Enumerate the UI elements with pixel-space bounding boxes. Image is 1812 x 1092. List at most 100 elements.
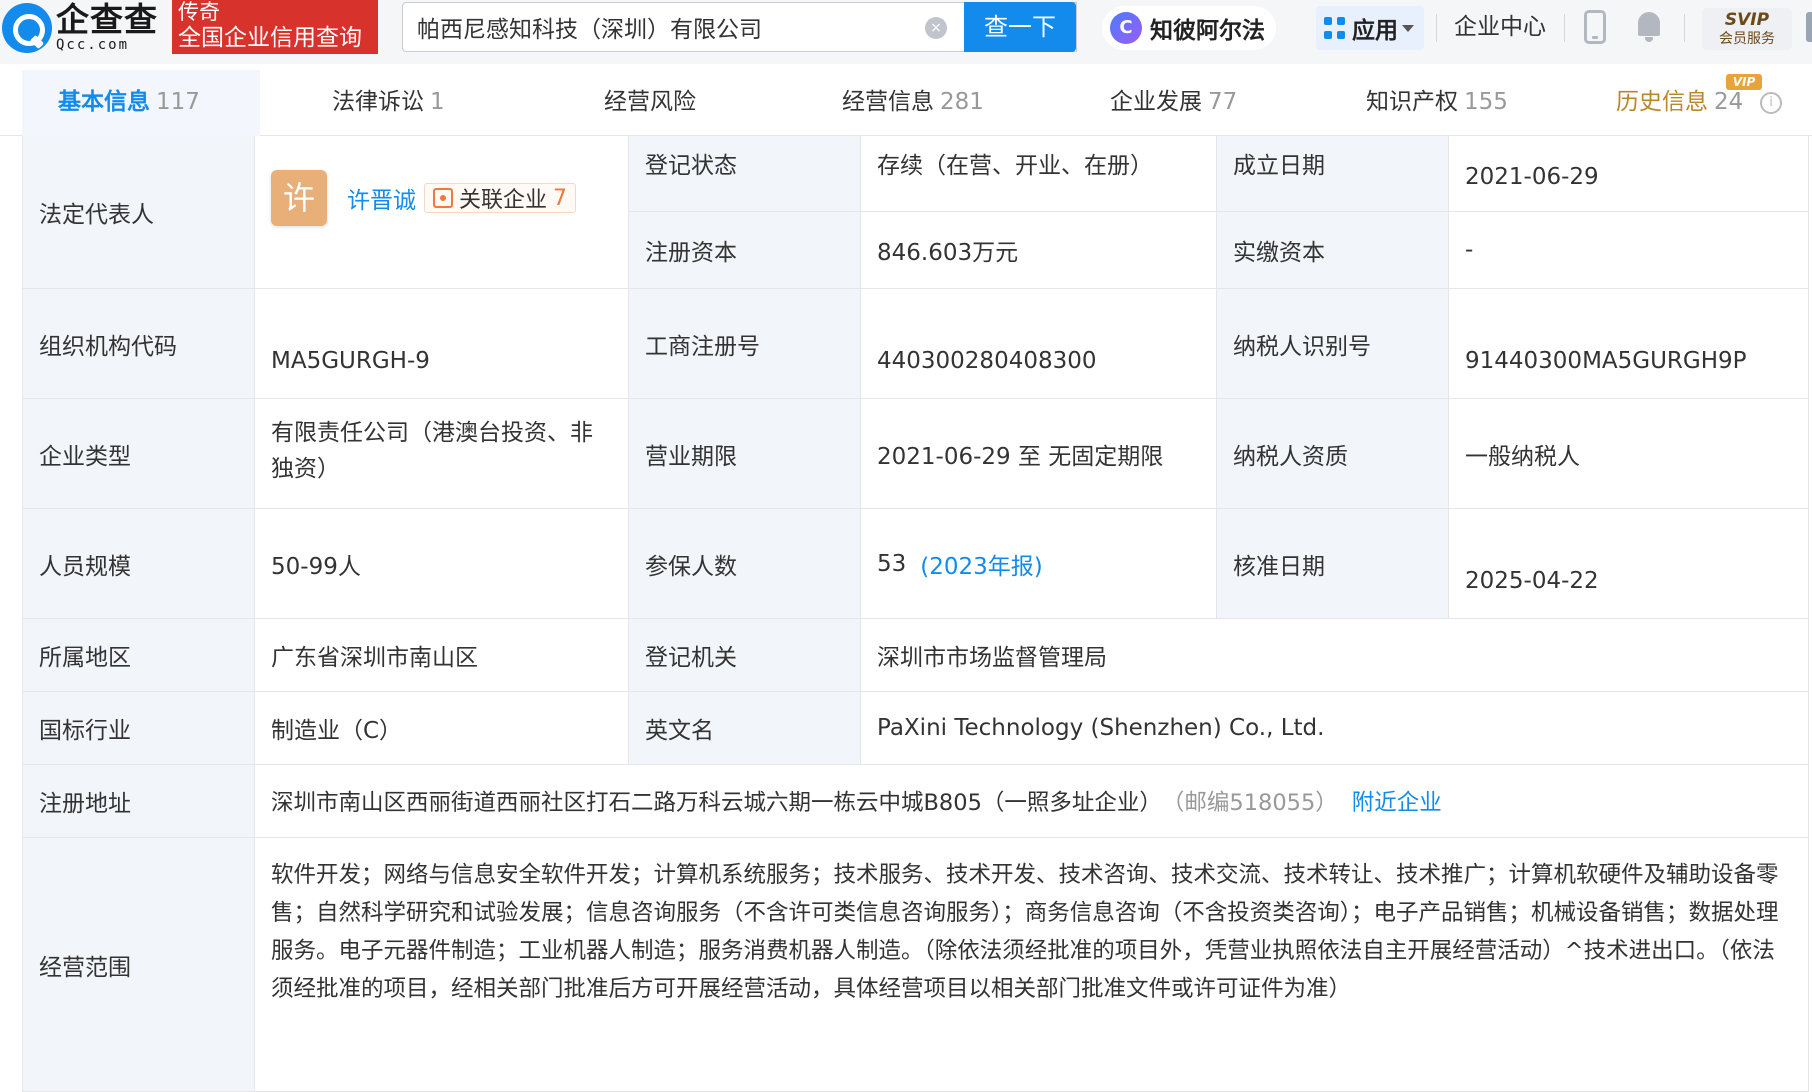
apps-menu-button[interactable]: 应用 (1316, 6, 1424, 50)
address-cell: 深圳市南山区西丽街道西丽社区打石二路万科云城六期一栋云中城B805（一照多址企业… (255, 765, 1809, 838)
scope-label: 经营范围 (23, 838, 255, 1092)
logo-cn: 企查查 (56, 0, 158, 39)
header-divider (1436, 14, 1437, 42)
slogan-line2: 全国企业信用查询 (178, 25, 362, 51)
ai-assistant-label: 知彼阿尔法 (1150, 18, 1265, 44)
legal-rep-row: 许 许晋诚 关联企业 7 (271, 170, 577, 226)
org-code-label: 组织机构代码 (23, 289, 255, 399)
found-date-label: 成立日期 (1217, 136, 1449, 212)
paid-capital-label: 实缴资本 (1217, 212, 1449, 289)
tab-intellectual-property[interactable]: 知识产权 155 (1366, 70, 1508, 136)
tab-label: 经营风险 (604, 89, 696, 115)
reg-authority-label: 登记机关 (629, 619, 861, 692)
address-value: 深圳市南山区西丽街道西丽社区打石二路万科云城六期一栋云中城B805（一照多址企业… (271, 790, 1162, 816)
ai-assistant-button[interactable]: C 知彼阿尔法 (1102, 6, 1276, 50)
address-label: 注册地址 (23, 765, 255, 838)
tab-business-info[interactable]: 经营信息 281 (842, 70, 984, 136)
phone-icon[interactable] (1584, 10, 1606, 44)
ent-type-value: 有限责任公司（港澳台投资、非独资） (255, 399, 629, 509)
legal-rep-label: 法定代表人 (23, 136, 255, 289)
top-navigation-bar: 企查查 Qcc.com 传奇 全国企业信用查询 × 查一下 C 知彼阿尔法 应用… (0, 0, 1812, 64)
qcc-logo-icon (2, 3, 52, 53)
ent-type-label: 企业类型 (23, 399, 255, 509)
postcode: （邮编518055） (1161, 790, 1338, 816)
en-name-label: 英文名 (629, 692, 861, 765)
tab-count: 1 (430, 89, 445, 115)
search-input[interactable] (417, 3, 957, 51)
related-count: 7 (553, 185, 568, 211)
vip-badge: VIP (1726, 74, 1762, 90)
reg-capital-value: 846.603万元 (861, 212, 1217, 289)
info-icon[interactable]: i (1760, 92, 1782, 114)
apps-grid-icon (1324, 17, 1346, 39)
apps-label: 应用 (1352, 18, 1398, 44)
tab-count: 24 (1714, 89, 1744, 115)
slogan-line1: 传奇 (178, 0, 220, 24)
taxpayer-value: 一般纳税人 (1449, 399, 1809, 509)
tab-business-risk[interactable]: 经营风险 (604, 70, 696, 136)
reg-authority-value: 深圳市市场监督管理局 (861, 619, 1809, 692)
header-divider (1684, 14, 1685, 42)
staff-value: 50-99人 (255, 509, 629, 619)
tab-label: 历史信息 (1616, 89, 1708, 115)
section-tabs: 基本信息 117 法律诉讼 1 经营风险 经营信息 281 企业发展 77 知识产权 15… (0, 70, 1812, 136)
basic-info-table: 法定代表人 许 许晋诚 关联企业 7 登记状态 存续（在营、开业、在册） 成立日… (22, 136, 1809, 1092)
legal-rep-cell: 许 许晋诚 关联企业 7 (255, 136, 629, 289)
svip-title: SVIP (1724, 10, 1770, 30)
en-name-value: PaXini Technology (Shenzhen) Co., Ltd. (861, 692, 1809, 765)
tab-label: 企业发展 (1110, 89, 1202, 115)
region-label: 所属地区 (23, 619, 255, 692)
header-divider (1564, 14, 1565, 42)
found-date-value: 2021-06-29 (1449, 136, 1809, 212)
tab-label: 经营信息 (842, 89, 934, 115)
tax-id-value: 91440300MA5GURGH9P (1449, 289, 1809, 399)
related-label: 关联企业 (459, 188, 548, 213)
industry-value: 制造业（C） (255, 692, 629, 765)
search-button[interactable]: 查一下 (964, 2, 1076, 52)
chevron-down-icon (1402, 24, 1414, 32)
tab-label: 基本信息 (58, 89, 150, 115)
nearby-companies-link[interactable]: 附近企业 (1352, 785, 1442, 817)
related-companies-button[interactable]: 关联企业 7 (424, 183, 577, 213)
slogan-banner[interactable]: 传奇 全国企业信用查询 (172, 0, 378, 54)
insured-cell: 53 (2023年报) (861, 509, 1217, 619)
reg-capital-label: 注册资本 (629, 212, 861, 289)
approve-date-label: 核准日期 (1217, 509, 1449, 619)
insured-annual-report-link[interactable]: (2023年报) (920, 547, 1042, 581)
side-panel-icon[interactable] (1806, 12, 1812, 42)
tab-count: 117 (156, 89, 200, 115)
tab-count: 77 (1208, 89, 1238, 115)
bell-icon[interactable] (1636, 12, 1662, 42)
insured-value: 53 (877, 550, 907, 577)
tab-history-info[interactable]: 历史信息 24 (1616, 70, 1743, 136)
biz-reg-no-value: 440300280408300 (861, 289, 1217, 399)
tab-legal-litigation[interactable]: 法律诉讼 1 (332, 70, 445, 136)
tab-label: 知识产权 (1366, 89, 1458, 115)
business-scope-value: 软件开发；网络与信息安全软件开发；计算机系统服务；技术服务、技术开发、技术咨询、… (255, 838, 1809, 1092)
paid-capital-value: - (1449, 212, 1809, 289)
ai-assistant-icon: C (1110, 12, 1142, 44)
reg-status-value: 存续（在营、开业、在册） (861, 136, 1217, 212)
tab-count: 281 (940, 89, 984, 115)
logo-text: 企查查 Qcc.com (56, 0, 174, 54)
enterprise-center-link[interactable]: 企业中心 (1454, 10, 1546, 44)
biz-reg-no-label: 工商注册号 (629, 289, 861, 399)
org-code-value: MA5GURGH-9 (255, 289, 629, 399)
reg-status-label: 登记状态 (629, 136, 861, 212)
staff-label: 人员规模 (23, 509, 255, 619)
svip-button[interactable]: SVIP 会员服务 (1702, 8, 1792, 50)
insured-label: 参保人数 (629, 509, 861, 619)
biz-term-value: 2021-06-29 至 无固定期限 (861, 399, 1217, 509)
qcc-logo[interactable]: 企查查 Qcc.com (2, 2, 174, 54)
approve-date-value: 2025-04-22 (1449, 509, 1809, 619)
tab-enterprise-development[interactable]: 企业发展 77 (1110, 70, 1237, 136)
svip-subtitle: 会员服务 (1719, 31, 1775, 47)
biz-term-label: 营业期限 (629, 399, 861, 509)
avatar[interactable]: 许 (271, 170, 327, 226)
logo-en: Qcc.com (56, 37, 130, 53)
search-clear-icon[interactable]: × (925, 17, 947, 39)
legal-rep-name-link[interactable]: 许晋诚 (347, 181, 416, 215)
region-value: 广东省深圳市南山区 (255, 619, 629, 692)
tab-label: 法律诉讼 (332, 89, 424, 115)
tab-basic-info[interactable]: 基本信息 117 (22, 70, 260, 136)
